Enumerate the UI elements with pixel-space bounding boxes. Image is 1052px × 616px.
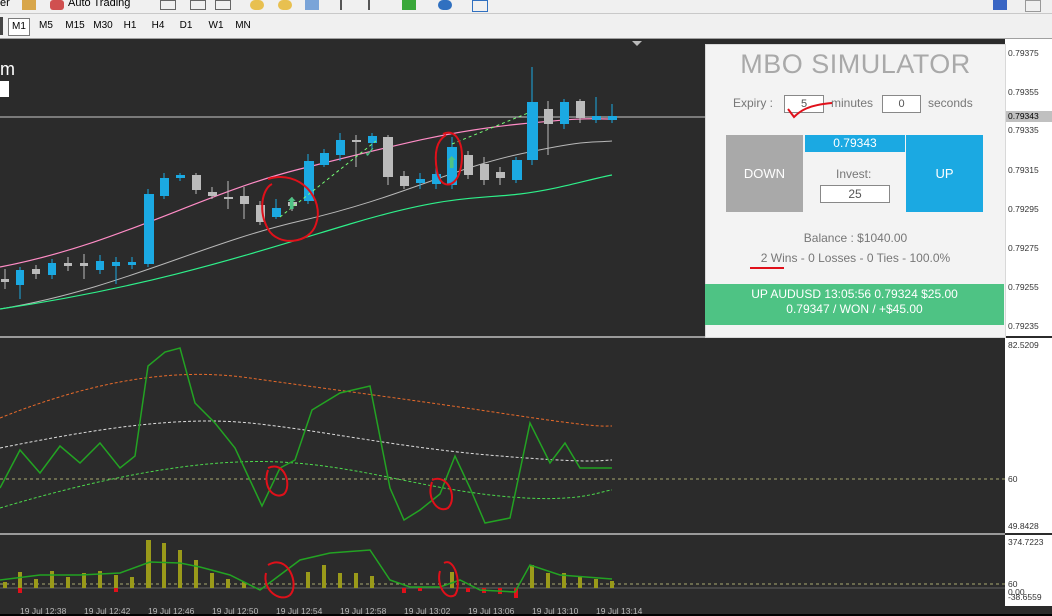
axis-label: 374.7223 — [1008, 537, 1044, 547]
timeframe-w1[interactable]: W1 — [205, 18, 227, 34]
timeframe-m15[interactable]: M15 — [62, 18, 88, 34]
price-label: 0.79295 — [1008, 204, 1039, 214]
zoom-in-icon[interactable] — [250, 0, 264, 10]
candles — [1, 67, 617, 299]
annotation-circle — [429, 477, 453, 511]
folder-icon[interactable] — [22, 0, 36, 10]
top-toolbar: er Auto Trading — [0, 0, 1052, 14]
simulator-title: MBO SIMULATOR — [740, 49, 971, 79]
time-label: 19 Jul 13:02 — [404, 606, 451, 616]
axis-label: 60 — [1008, 474, 1018, 484]
annotation-checkmark — [787, 102, 833, 119]
chart-candles-icon[interactable] — [190, 0, 206, 10]
check-icon: ✓ — [364, 144, 376, 160]
price-label: 0.79375 — [1008, 48, 1039, 58]
trade-line-2 — [451, 112, 529, 145]
tile-windows-icon[interactable] — [305, 0, 319, 10]
down-button[interactable]: DOWN — [726, 135, 803, 212]
up-button[interactable]: UP — [906, 135, 983, 212]
templates-icon[interactable] — [472, 0, 488, 12]
price-label: 0.79335 — [1008, 125, 1039, 135]
current-price-display: 0.79343 — [805, 135, 905, 152]
timeframe-m1[interactable]: M1 — [8, 18, 30, 36]
timeframe-toolbar: M1 M5 M15 M30 H1 H4 D1 W1 MN — [0, 14, 1052, 39]
timeframe-h1[interactable]: H1 — [120, 18, 140, 34]
chart-shift-icon[interactable] — [368, 0, 384, 10]
timeframe-m5[interactable]: M5 — [36, 18, 56, 34]
periods-icon[interactable] — [438, 0, 452, 10]
toolbar-grip — [0, 17, 3, 35]
zoom-out-icon[interactable] — [278, 0, 292, 10]
chart-shift-marker — [632, 41, 642, 46]
seconds-label: seconds — [928, 96, 973, 110]
time-label: 19 Jul 13:06 — [468, 606, 515, 616]
price-axis: 0.79375 0.79355 0.79335 0.79315 0.79295 … — [1005, 39, 1052, 336]
expiry-label: Expiry : — [733, 96, 774, 110]
histogram-bars — [3, 540, 614, 588]
annotation-circle — [438, 561, 459, 598]
timeframe-d1[interactable]: D1 — [176, 18, 196, 34]
axis-label: 82.5209 — [1008, 340, 1039, 350]
toolbar-fragment: er — [0, 0, 10, 9]
chart-line-icon[interactable] — [215, 0, 231, 10]
time-label: 19 Jul 12:50 — [212, 606, 259, 616]
price-label: 0.79235 — [1008, 321, 1039, 331]
indicators-icon[interactable] — [402, 0, 416, 10]
expiry-seconds-input[interactable]: 0 — [882, 95, 921, 113]
invest-label: Invest: — [836, 167, 872, 181]
price-label: 0.79355 — [1008, 87, 1039, 97]
time-label: 19 Jul 12:42 — [84, 606, 131, 616]
timeframe-m30[interactable]: M30 — [90, 18, 116, 34]
timeframe-h4[interactable]: H4 — [148, 18, 168, 34]
price-label: 0.79255 — [1008, 282, 1039, 292]
arrow-up-icon: ⬆ — [445, 155, 458, 172]
stats-text: 2 Wins - 0 Losses - 0 Ties - 100.0% — [760, 251, 951, 265]
timeframe-mn[interactable]: MN — [231, 18, 255, 34]
indicator-1-axis: 82.5209 60 49.8428 — [1005, 338, 1052, 533]
time-label: 19 Jul 13:10 — [532, 606, 579, 616]
result-line-2: 0.79347 / WON / +$45.00 — [786, 302, 923, 316]
indicator-pane-2[interactable] — [0, 535, 1005, 606]
symbol-title: m — [0, 59, 15, 79]
price-label: 0.79275 — [1008, 243, 1039, 253]
auto-trading-icon[interactable] — [50, 0, 64, 10]
chat-icon[interactable] — [1025, 0, 1041, 12]
chart-bars-icon[interactable] — [160, 0, 176, 10]
trade-result-banner: UP AUDUSD 13:05:56 0.79324 $25.00 0.7934… — [705, 284, 1004, 325]
indicator-2-axis: 374.7223 60 0.00 -38.6559 — [1005, 535, 1052, 606]
axis-label: -38.6559 — [1008, 592, 1042, 602]
balance-text: Balance : $1040.00 — [803, 231, 908, 245]
arrow-up-icon: ⬆ — [285, 196, 298, 213]
trade-panel-box — [0, 81, 9, 97]
rsi-line — [0, 347, 612, 524]
axis-label: 49.8428 — [1008, 521, 1039, 531]
rsi-upper-band — [0, 373, 613, 427]
indicator-pane-1[interactable] — [0, 338, 1005, 533]
result-line-1: UP AUDUSD 13:05:56 0.79324 $25.00 — [751, 287, 958, 301]
price-label: 0.79315 — [1008, 165, 1039, 175]
annotation-circle — [265, 465, 289, 497]
time-label: 19 Jul 12:38 — [20, 606, 67, 616]
current-price-marker: 0.79343 — [1005, 111, 1052, 122]
invest-input[interactable]: 25 — [820, 185, 890, 203]
annotation-underline — [750, 267, 784, 269]
time-label: 19 Jul 13:14 — [596, 606, 643, 616]
time-label: 19 Jul 12:58 — [340, 606, 387, 616]
scroll-chart-icon[interactable] — [340, 0, 356, 10]
time-label: 19 Jul 12:46 — [148, 606, 195, 616]
auto-trading-button[interactable]: Auto Trading — [68, 0, 130, 9]
search-icon[interactable] — [993, 0, 1007, 10]
minutes-label: minutes — [831, 96, 874, 110]
time-label: 19 Jul 12:54 — [276, 606, 323, 616]
